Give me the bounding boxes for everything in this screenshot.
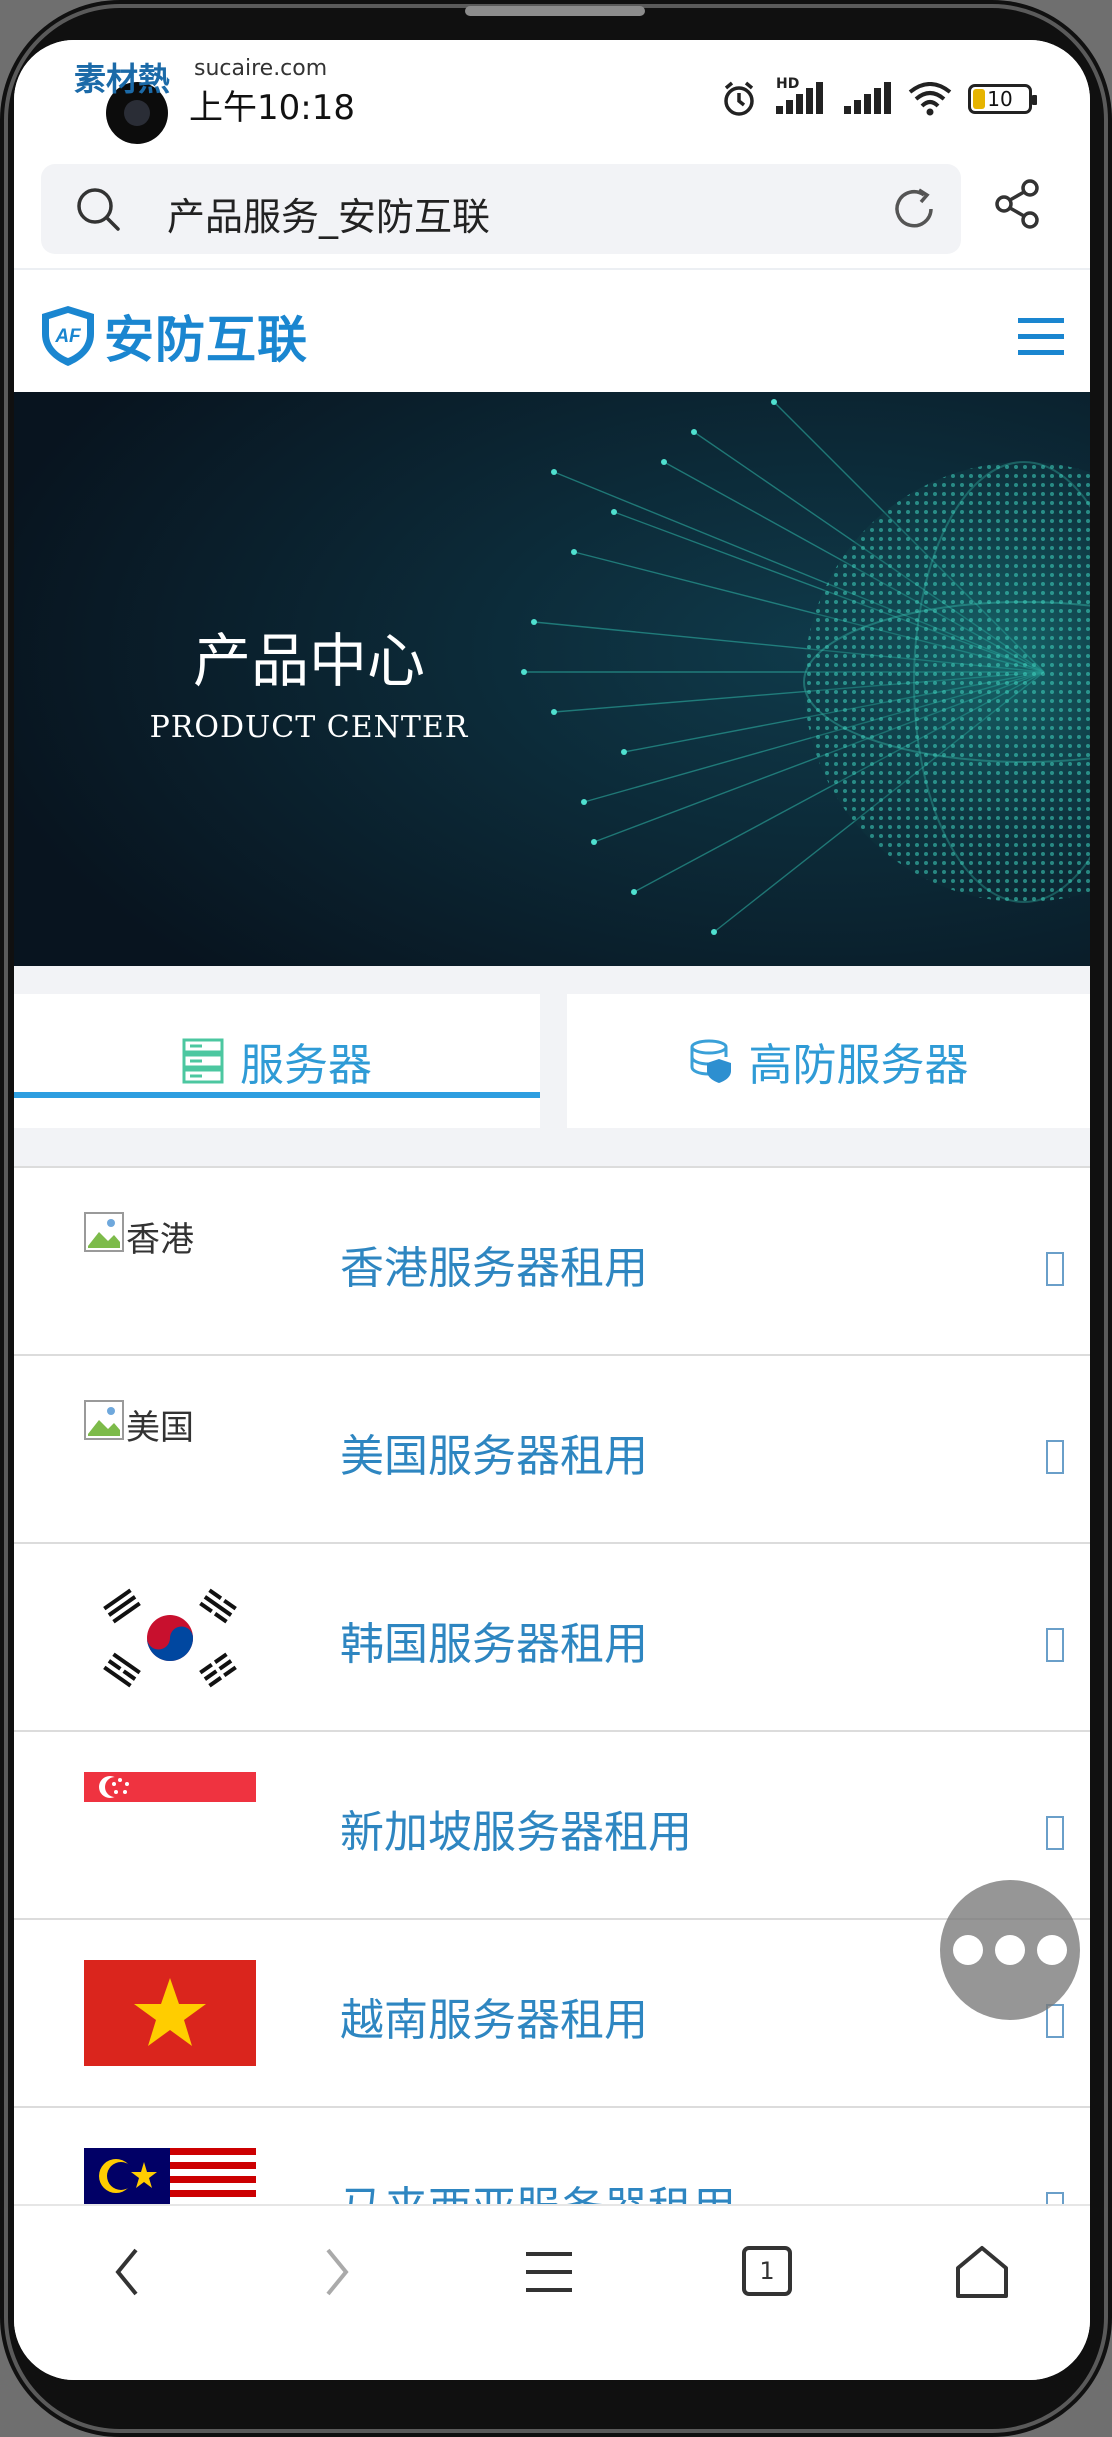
alarm-icon [724,81,754,116]
list-item[interactable]: 香港 香港服务器租用 [14,1166,1090,1354]
battery-icon: 10 [968,84,1037,114]
image-alt-text: 美国 [126,1408,194,1448]
image-alt-text: 香港 [126,1220,194,1260]
dot-icon [953,1935,983,1965]
browser-bottom-nav: 1 [14,2204,1090,2380]
shield-logo-icon: AF [42,306,94,366]
product-name: 美国服务器租用 [340,1431,648,1482]
status-icons: HD 10 [720,76,1037,118]
list-item[interactable]: 美国 美国服务器租用 [14,1354,1090,1542]
list-item[interactable]: 新加坡服务器租用 [14,1730,1090,1918]
search-icon [77,188,120,231]
forward-icon[interactable] [318,2242,358,2302]
dot-icon [995,1935,1025,1965]
wifi-icon [908,82,952,116]
usa-image: 美国 [84,1400,194,1449]
watermark-logo: 素材熱 [74,60,171,98]
phone-frame: 素材熱 sucaire.com 上午10:18 HD 10 产品服务_安防互联 … [0,0,1112,2437]
status-bar: 素材熱 sucaire.com 上午10:18 HD 10 [14,40,1090,152]
dot-icon [1037,1935,1067,1965]
banner-subtitle: PRODUCT CENTER [149,710,469,745]
address-bar[interactable]: 产品服务_安防互联 [41,164,961,254]
active-tab-indicator [14,1092,540,1098]
tab-ddos-server[interactable]: 高防服务器 [567,994,1090,1128]
broken-image-icon [84,1212,124,1252]
product-name: 香港服务器租用 [340,1243,648,1294]
battery-level: 10 [987,87,1013,111]
server-icon [182,1038,224,1084]
product-name: 新加坡服务器租用 [340,1807,692,1858]
tab-server[interactable]: 服务器 [14,994,540,1128]
banner-title: 产品中心 [192,627,425,695]
chevron-right-icon [1046,1440,1064,1474]
chevron-right-icon [1046,2004,1064,2038]
site-header: AF 安防互联 [14,270,1090,392]
singapore-flag-icon [84,1772,256,1832]
product-name: 越南服务器租用 [340,1995,648,2046]
broken-image-icon [84,1400,124,1440]
product-banner: 产品中心 PRODUCT CENTER [14,392,1090,966]
hamburger-menu-icon[interactable] [1018,316,1064,358]
shield-database-icon [690,1039,731,1083]
clock: 上午10:18 [189,88,355,128]
share-icon[interactable] [992,178,1042,230]
chevron-right-icon [1046,1252,1064,1286]
site-logo[interactable]: AF 安防互联 [38,300,308,372]
product-name: 韩国服务器租用 [340,1619,648,1670]
tab-server-label: 服务器 [240,1040,372,1091]
logo-badge: AF [54,326,82,347]
address-text: 产品服务_安防互联 [167,195,491,239]
list-item[interactable]: 越南服务器租用 [14,1918,1090,2106]
tabs-icon[interactable]: 1 [742,2246,792,2296]
signal-icon [844,82,891,114]
back-icon[interactable] [106,2242,146,2302]
korea-flag-icon [84,1588,256,1688]
category-tabs: 服务器 高防服务器 [14,966,1090,1166]
screen: 素材熱 sucaire.com 上午10:18 HD 10 产品服务_安防互联 … [14,40,1090,2380]
tab-count: 1 [759,2257,775,2285]
menu-icon[interactable] [524,2248,574,2296]
list-item[interactable]: 韩国服务器租用 [14,1542,1090,1730]
browser-toolbar: 产品服务_安防互联 [14,152,1090,270]
vietnam-flag-icon [84,1960,256,2066]
signal-hd-icon: HD [774,76,826,116]
watermark-url: sucaire.com [194,56,328,81]
logo-text: 安防互联 [104,311,308,369]
tab-ddos-label: 高防服务器 [748,1040,969,1091]
hongkong-image: 香港 [84,1212,194,1261]
globe-network-graphic [14,392,1090,966]
refresh-icon[interactable] [891,186,939,232]
home-icon[interactable] [952,2242,1012,2302]
chevron-right-icon [1046,1628,1064,1662]
chevron-right-icon [1046,1816,1064,1850]
more-options-fab[interactable] [940,1880,1080,2020]
speaker-grille [465,6,645,16]
